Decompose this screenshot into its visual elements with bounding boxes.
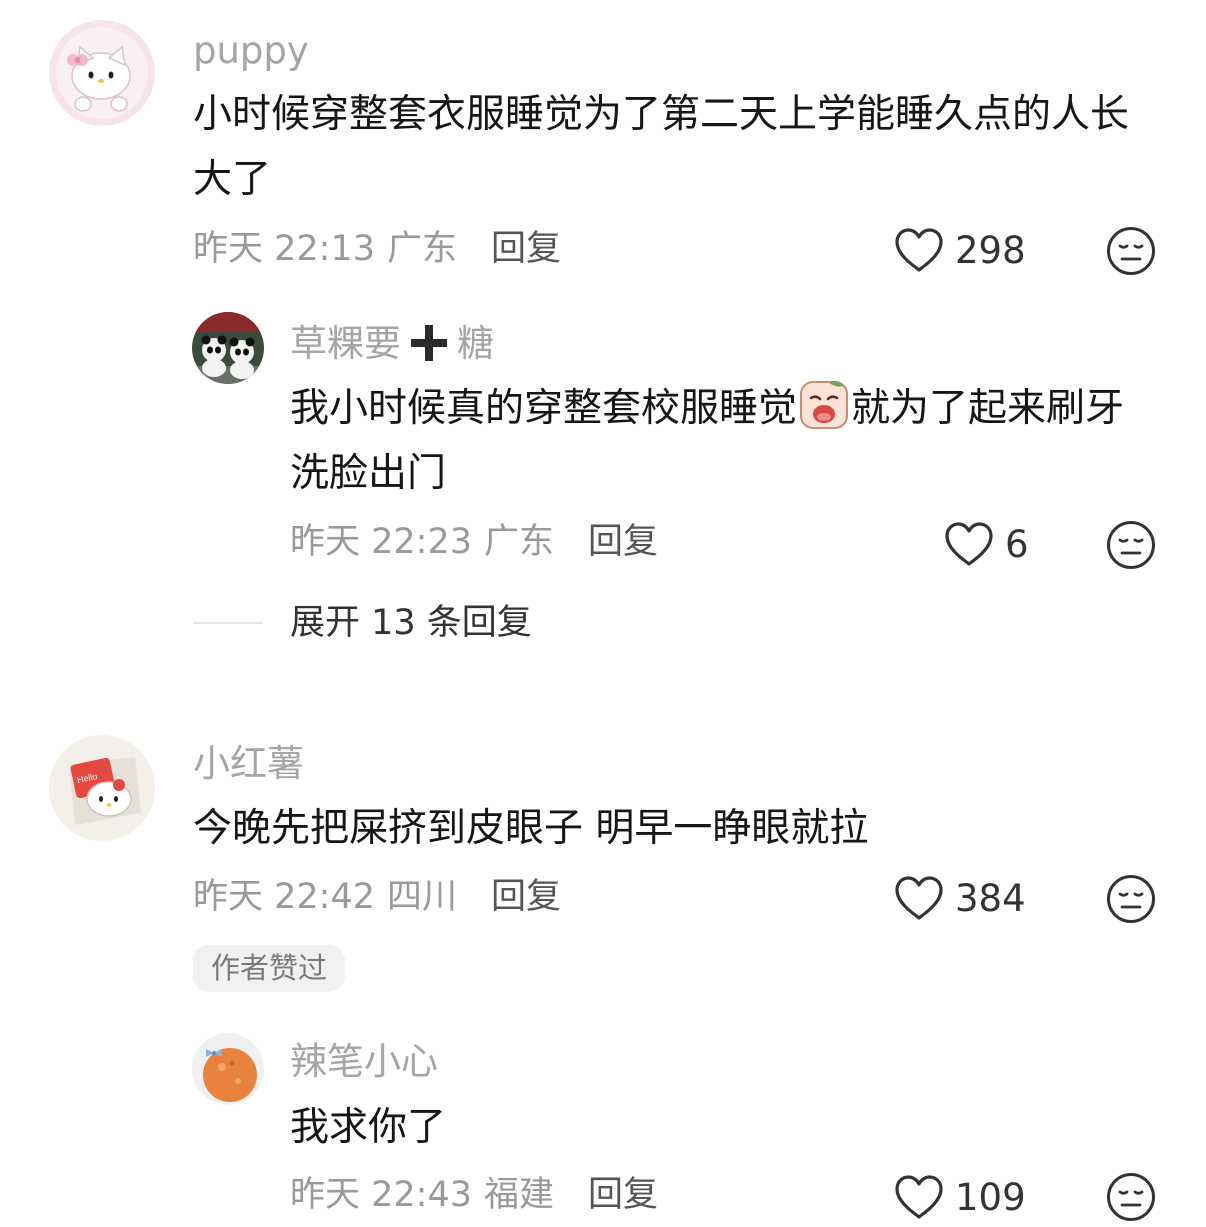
expand-replies-button[interactable]: 展开 13 条回复	[290, 606, 532, 641]
hello-kitty-avatar-icon	[49, 20, 155, 126]
hello-kitty-sticker-avatar-icon: Hello	[49, 735, 155, 841]
heart-icon	[895, 1175, 943, 1219]
dislike-button[interactable]	[1106, 874, 1156, 924]
reply-username-part2: 糖	[457, 321, 494, 365]
expand-divider	[193, 622, 263, 624]
reply-button[interactable]: 回复	[588, 525, 658, 560]
neutral-face-icon	[1107, 521, 1155, 569]
reply-time: 昨天 22:43	[290, 1175, 472, 1215]
reply-username-part1: 草粿要	[290, 321, 401, 365]
crying-face-emoji-icon	[799, 380, 849, 430]
panda-avatar-icon	[192, 312, 264, 384]
like-count: 6	[1005, 522, 1029, 566]
like-count: 384	[955, 876, 1026, 920]
like-count: 109	[955, 1175, 1026, 1219]
like-button[interactable]: 109	[893, 1173, 1026, 1221]
dislike-button[interactable]	[1106, 1172, 1156, 1222]
neutral-face-icon	[1107, 227, 1155, 275]
like-button[interactable]: 298	[893, 226, 1026, 274]
neutral-face-icon	[1107, 875, 1155, 923]
orange-ball-avatar-icon	[192, 1033, 264, 1105]
reply-username[interactable]: 草粿要 糖	[290, 323, 494, 363]
avatar[interactable]	[49, 20, 155, 126]
reply-button[interactable]: 回复	[491, 880, 561, 915]
reply-text-before: 我小时候真的穿整套校服睡觉	[290, 386, 798, 431]
reply-username[interactable]: 辣笔小心	[290, 1043, 438, 1080]
reply-text: 我求你了	[290, 1105, 447, 1150]
author-liked-badge: 作者赞过	[193, 945, 346, 992]
dislike-button[interactable]	[1106, 520, 1156, 570]
like-button[interactable]: 384	[893, 874, 1026, 922]
comment-text: 今晚先把屎挤到皮眼子 明早一睁眼就拉	[193, 806, 869, 851]
reply-time: 昨天 22:23	[290, 522, 472, 562]
comment-time: 昨天 22:13	[193, 229, 375, 269]
like-count: 298	[955, 228, 1026, 272]
plus-icon	[411, 325, 447, 361]
avatar[interactable]: Hello	[49, 735, 155, 841]
username[interactable]: 小红薯	[193, 745, 304, 782]
comment-text: 小时候穿整套衣服睡觉为了第二天上学能睡久点的人长大了	[193, 92, 1130, 202]
username[interactable]: puppy	[193, 32, 309, 69]
reply-location: 广东	[484, 522, 555, 562]
like-button[interactable]: 6	[943, 520, 1029, 568]
heart-icon	[895, 228, 943, 272]
comment-time: 昨天 22:42	[193, 877, 375, 917]
comment-location: 广东	[387, 229, 458, 269]
neutral-face-icon	[1107, 1173, 1155, 1221]
reply-text: 我小时候真的穿整套校服睡觉 就为了起来刷牙洗脸出门	[290, 376, 1160, 506]
heart-icon	[945, 522, 993, 566]
reply-button[interactable]: 回复	[588, 1178, 658, 1213]
comment-location: 四川	[387, 877, 458, 917]
reply-avatar[interactable]	[192, 1033, 264, 1105]
heart-icon	[895, 876, 943, 920]
reply-location: 福建	[484, 1175, 555, 1215]
reply-avatar[interactable]	[192, 312, 264, 384]
reply-button[interactable]: 回复	[491, 232, 561, 267]
dislike-button[interactable]	[1106, 226, 1156, 276]
